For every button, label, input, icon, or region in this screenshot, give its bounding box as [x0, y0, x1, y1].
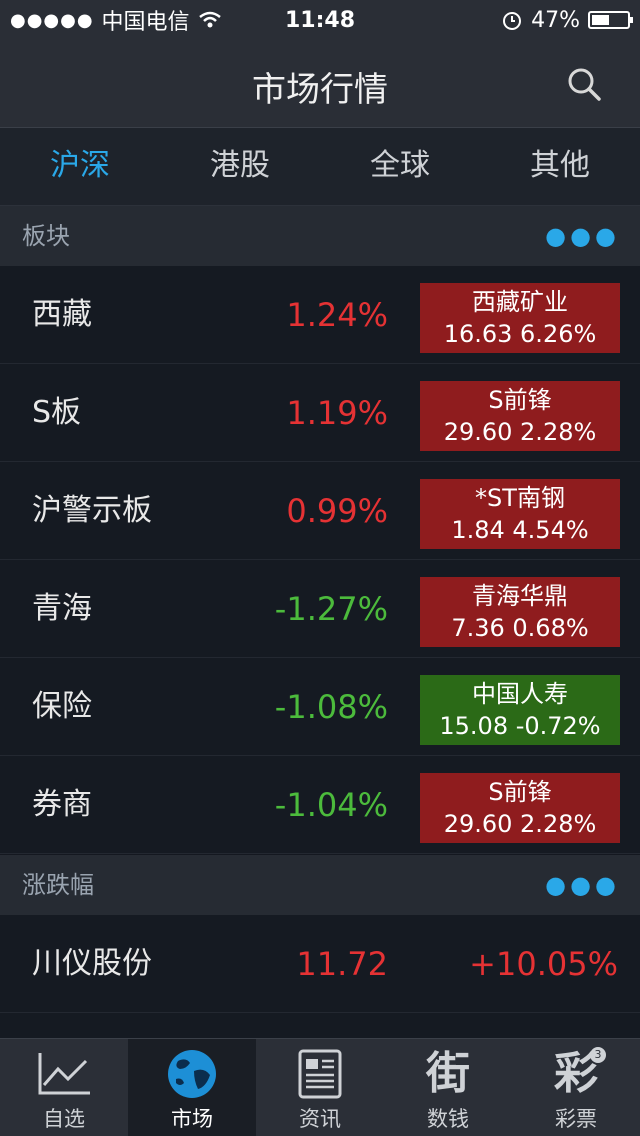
sector-row[interactable]: 保险 -1.08% 中国人寿 15.08 -0.72% — [0, 658, 640, 756]
tabbar-label: 市场 — [171, 1107, 213, 1131]
sector-name: 青海 — [32, 591, 92, 626]
carrier-name: 中国电信 — [101, 10, 190, 35]
jie-char-icon: 街 — [426, 1048, 470, 1099]
sector-change: 0.99% — [286, 492, 388, 530]
battery-icon — [588, 11, 633, 29]
battery-percent: 47% — [531, 7, 580, 33]
stock-price: 11.72 — [296, 945, 388, 983]
tabbar-item-market[interactable]: 市场 — [128, 1039, 256, 1136]
leading-stock[interactable]: S前锋 29.60 2.28% — [420, 773, 620, 843]
leading-stock-quote: 7.36 0.68% — [451, 614, 589, 642]
notification-badge: 3 — [590, 1047, 606, 1063]
sector-change: 1.19% — [286, 394, 388, 432]
tabbar-label: 自选 — [43, 1107, 85, 1131]
status-right: 47% — [501, 7, 633, 33]
more-icon[interactable]: ●●● — [545, 206, 620, 266]
tab-global[interactable]: 全球 — [320, 128, 480, 205]
leading-stock-quote: 15.08 -0.72% — [439, 712, 601, 740]
sector-change: -1.04% — [274, 786, 388, 824]
tab-other[interactable]: 其他 — [480, 128, 640, 205]
leading-stock-quote: 1.84 4.54% — [451, 516, 589, 544]
leading-stock-name: S前锋 — [488, 778, 552, 806]
leading-stock[interactable]: 中国人寿 15.08 -0.72% — [420, 675, 620, 745]
mover-row[interactable]: 川仪股份 11.72 +10.05% — [0, 915, 640, 1013]
leading-stock-quote: 29.60 2.28% — [443, 418, 597, 446]
tabbar-label: 彩票 — [555, 1107, 597, 1131]
section-title: 板块 — [22, 222, 70, 250]
leading-stock-quote: 29.60 2.28% — [443, 810, 597, 838]
wifi-icon — [198, 11, 221, 28]
more-icon[interactable]: ●●● — [545, 855, 620, 915]
sector-name: 西藏 — [32, 297, 92, 332]
page-title: 市场行情 — [252, 70, 388, 110]
section-header-movers[interactable]: 涨跌幅 ●●● — [0, 855, 640, 915]
nav-bar: 市场行情 — [0, 40, 640, 128]
leading-stock-name: 青海华鼎 — [472, 582, 568, 610]
tabbar-label: 数钱 — [427, 1107, 469, 1131]
leading-stock[interactable]: S前锋 29.60 2.28% — [420, 381, 620, 451]
market-tabs: 沪深 港股 全球 其他 — [0, 128, 640, 206]
sector-row[interactable]: 券商 -1.04% S前锋 29.60 2.28% — [0, 756, 640, 854]
sector-name: 沪警示板 — [32, 493, 152, 528]
tab-shanghai-shenzhen[interactable]: 沪深 — [0, 128, 160, 205]
sector-change: -1.27% — [274, 590, 388, 628]
bottom-tab-bar: 自选 市场 资讯 街 数钱 彩 3 彩票 — [0, 1038, 640, 1136]
leading-stock-name: 中国人寿 — [472, 680, 568, 708]
sector-row[interactable]: 西藏 1.24% 西藏矿业 16.63 6.26% — [0, 266, 640, 364]
leading-stock-quote: 16.63 6.26% — [443, 320, 597, 348]
sector-name: 券商 — [32, 787, 92, 822]
sector-name: 保险 — [32, 689, 92, 724]
tabbar-item-money[interactable]: 街 数钱 — [384, 1039, 512, 1136]
sector-name: S板 — [32, 395, 82, 430]
section-header-sectors[interactable]: 板块 ●●● — [0, 206, 640, 266]
sector-row[interactable]: 青海 -1.27% 青海华鼎 7.36 0.68% — [0, 560, 640, 658]
tabbar-item-lottery[interactable]: 彩 3 彩票 — [512, 1039, 640, 1136]
sector-row[interactable]: S板 1.19% S前锋 29.60 2.28% — [0, 364, 640, 462]
status-bar: ●●●●● 中国电信 11:48 47% — [0, 0, 640, 40]
tabbar-item-news[interactable]: 资讯 — [256, 1039, 384, 1136]
section-title: 涨跌幅 — [22, 871, 94, 899]
signal-strength-icon: ●●●●● — [10, 9, 94, 31]
stock-change: +10.05% — [469, 945, 618, 983]
list-item-partial — [0, 1013, 640, 1038]
leading-stock[interactable]: *ST南钢 1.84 4.54% — [420, 479, 620, 549]
leading-stock-name: S前锋 — [488, 386, 552, 414]
globe-icon — [168, 1050, 216, 1098]
stock-name: 川仪股份 — [32, 946, 152, 981]
sector-change: 1.24% — [286, 296, 388, 334]
leading-stock-name: 西藏矿业 — [472, 288, 568, 316]
leading-stock-name: *ST南钢 — [475, 484, 565, 512]
tab-hong-kong[interactable]: 港股 — [160, 128, 320, 205]
tabbar-label: 资讯 — [299, 1107, 341, 1131]
news-icon — [298, 1049, 342, 1099]
leading-stock[interactable]: 青海华鼎 7.36 0.68% — [420, 577, 620, 647]
alarm-icon — [503, 12, 522, 30]
sector-row[interactable]: 沪警示板 0.99% *ST南钢 1.84 4.54% — [0, 462, 640, 560]
leading-stock[interactable]: 西藏矿业 16.63 6.26% — [420, 283, 620, 353]
tabbar-item-watchlist[interactable]: 自选 — [0, 1039, 128, 1136]
sector-change: -1.08% — [274, 688, 388, 726]
chart-line-icon — [38, 1053, 90, 1095]
search-icon[interactable] — [566, 66, 602, 102]
